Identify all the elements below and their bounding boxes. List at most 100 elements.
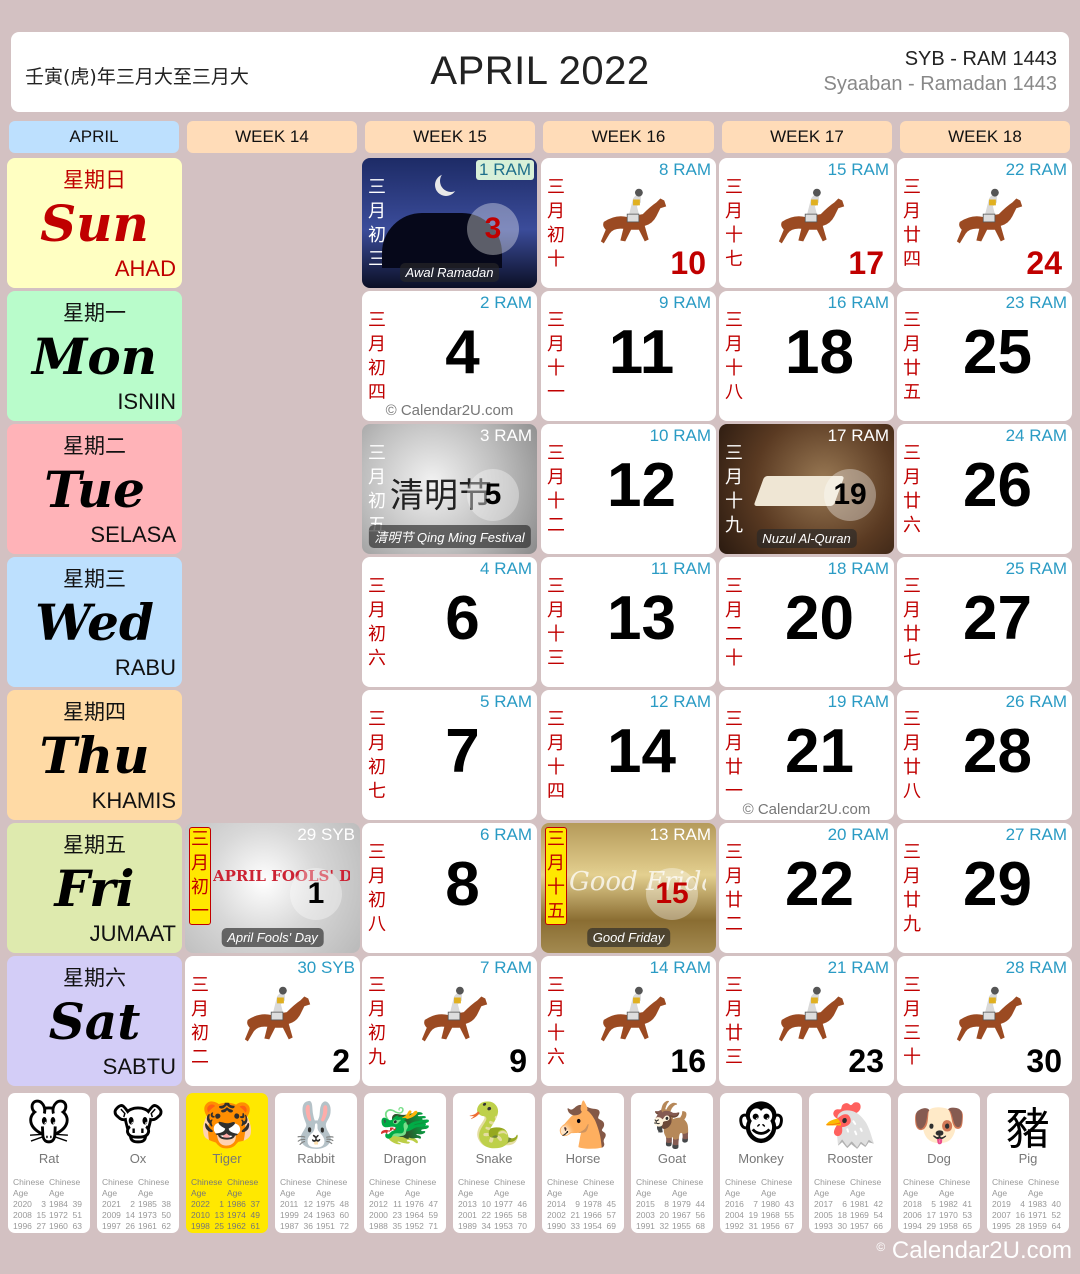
lunar-char: 廿 [725,1023,743,1044]
day-cell-20[interactable]: 18 RAM 三月二十 20 [719,557,894,687]
table-row: 1992 31 1956 67 [725,1221,797,1232]
footer-site-link[interactable]: Calendar2U.com [892,1237,1072,1264]
day-cell-7[interactable]: 5 RAM 三月初七 7 [362,690,537,820]
chinese-age: 69 [606,1221,616,1231]
lunar-char: 月 [903,600,921,621]
chinese-age: 42 [873,1199,883,1209]
lunar-date: 三月廿九 [901,841,923,937]
lunar-date: 三月初六 [366,575,388,671]
day-cell-30[interactable]: 28 RAM 三月三十 30 [897,956,1072,1086]
day-cell-23[interactable]: 21 RAM 三月廿三 23 [719,956,894,1086]
birth-year: 1984 [49,1199,68,1209]
lunar-char: 月 [368,334,386,355]
week-18-header: WEEK 18 [900,121,1070,153]
hijri-date: 30 SYB [297,958,355,977]
chinese-age: 7 [753,1199,758,1209]
chinese-age: 12 [303,1199,313,1209]
table-header: Chinese [227,1177,259,1187]
snake-icon: 🐍 [466,1100,522,1151]
hijri-date: 19 RAM [827,692,889,711]
day-cell-8[interactable]: 6 RAM 三月初八 8 [362,823,537,953]
lunar-char: 月 [547,999,565,1020]
day-cell-21[interactable]: 19 RAM 三月廿一 21 © Calendar2U.com [719,690,894,820]
birth-year: 1983 [1028,1199,1047,1209]
day-cell-19[interactable]: 17 RAM 三月十九 19 Nuzul Al-Quran [719,424,894,554]
lunar-char: 月 [725,467,743,488]
horse-racing-icon [952,982,1030,1052]
lunar-char: 三 [547,829,565,850]
horse-racing-icon [240,982,318,1052]
zodiac-card-monkey: 🐵 Monkey Chinese Chinese Age Age 2016 7 1980 43 20… [720,1093,802,1233]
day-cell-10[interactable]: 8 RAM 三月初十 10 [541,158,716,288]
day-cell-12[interactable]: 10 RAM 三月十二 12 [541,424,716,554]
table-header: Chinese [369,1177,401,1187]
lunar-char: 月 [191,853,209,874]
table-row: 2002 21 1966 57 [547,1210,619,1221]
day-cell-22[interactable]: 20 RAM 三月廿二 22 [719,823,894,953]
birth-year: 2015 [636,1199,655,1209]
birth-year: 2010 [191,1210,210,1220]
hijri-date: 8 RAM [659,160,711,179]
footer-copyright[interactable]: © Calendar2U.com [876,1237,1072,1265]
lunar-date: 三月初十 [545,176,567,272]
day-cell-11[interactable]: 9 RAM 三月十一 11 [541,291,716,421]
day-cell-6[interactable]: 4 RAM 三月初六 6 [362,557,537,687]
holiday-caption: Awal Ramadan [399,263,500,282]
day-cell-9[interactable]: 7 RAM 三月初九 9 [362,956,537,1086]
day-cell-2[interactable]: 30 SYB 三月初二 2 [185,956,360,1086]
chinese-age: 52 [1051,1210,1061,1220]
lunar-date: 三月廿八 [901,708,923,804]
hijri-date: 11 RAM [650,559,711,578]
chinese-age: 14 [125,1210,135,1220]
lunar-char: 三 [368,975,386,996]
chinese-age: 67 [784,1221,794,1231]
chinese-age: 44 [695,1199,705,1209]
table-header: Chinese [672,1177,704,1187]
day-cell-13[interactable]: 11 RAM 三月十三 13 [541,557,716,687]
dragon-icon: 🐲 [377,1100,433,1151]
chinese-age: 27 [36,1221,46,1231]
lunar-char: 三 [547,975,565,996]
day-cell-14[interactable]: 12 RAM 三月十四 14 [541,690,716,820]
birth-year: 1990 [547,1221,566,1231]
day-cell-17[interactable]: 15 RAM 三月十七 17 [719,158,894,288]
birth-year: 1991 [636,1221,655,1231]
day-cell-5[interactable]: 3 RAM三月初五清明节5清明节 Qing Ming Festival [362,424,537,554]
lunar-char: 月 [368,600,386,621]
zodiac-card-rooster: 🐔 Rooster Chinese Chinese Age Age 2017 6 1981 42 2… [809,1093,891,1233]
day-number: 16 [670,1043,706,1079]
chinese-age: 29 [926,1221,936,1231]
birth-year: 1971 [1028,1210,1047,1220]
day-cell-24[interactable]: 22 RAM 三月廿四 24 [897,158,1072,288]
lunar-char: 月 [368,999,386,1020]
hijri-date: 23 RAM [1005,293,1067,312]
day-cell-18[interactable]: 16 RAM 三月十八 18 [719,291,894,421]
day-cell-1[interactable]: 29 SYB三月初一APRIL FOOLS' DAY1April Fools' … [185,823,360,953]
day-cell-4[interactable]: 2 RAM 三月初四 4 © Calendar2U.com [362,291,537,421]
horse-racing-icon [596,982,674,1052]
birth-year: 1955 [672,1221,691,1231]
lunar-char: 月 [547,733,565,754]
day-cell-3[interactable]: 1 RAM 三月初三 3 Awal Ramadan [362,158,537,288]
lunar-date: 三月三十 [901,974,923,1070]
lunar-date: 三月廿六 [901,442,923,538]
day-cell-26[interactable]: 24 RAM 三月廿六 26 [897,424,1072,554]
day-cell-15[interactable]: 13 RAM三月十五Good Friday15Good Friday [541,823,716,953]
day-cell-27[interactable]: 25 RAM 三月廿七 27 [897,557,1072,687]
chinese-age: 45 [606,1199,616,1209]
lunar-char: 十 [547,757,565,778]
birth-year: 1995 [992,1221,1011,1231]
day-number: 8 [445,850,480,919]
day-cell-25[interactable]: 23 RAM 三月廿五 25 [897,291,1072,421]
birth-year: 1993 [814,1221,833,1231]
table-header: Chinese [814,1177,846,1187]
day-cell-29[interactable]: 27 RAM 三月廿九 29 [897,823,1072,953]
day-malay: JUMAAT [89,921,176,946]
lunar-char: 廿 [903,890,921,911]
birth-year: 1960 [49,1221,68,1231]
lunar-char: 三 [191,829,209,850]
birth-year: 1989 [458,1221,477,1231]
day-cell-28[interactable]: 26 RAM 三月廿八 28 [897,690,1072,820]
birth-year: 1970 [939,1210,958,1220]
day-cell-16[interactable]: 14 RAM 三月十六 16 [541,956,716,1086]
